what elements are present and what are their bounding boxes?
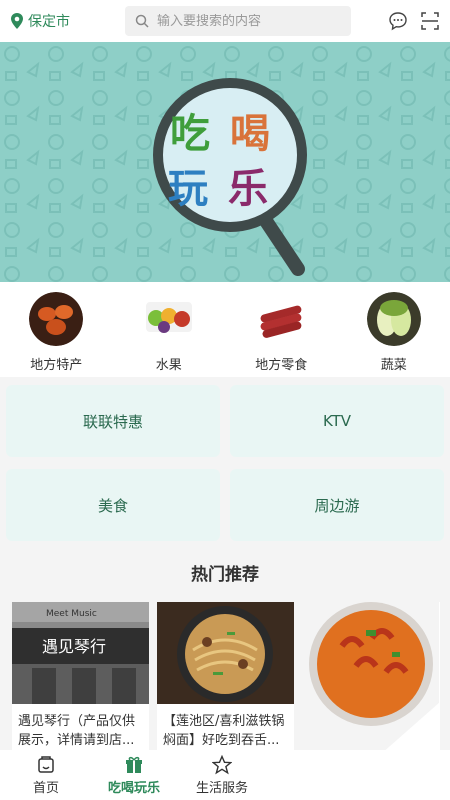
- banner-text-chi: 吃: [170, 111, 210, 157]
- banner-text-he: 喝: [230, 111, 270, 157]
- cabbage-image: [366, 292, 421, 346]
- recommend-card[interactable]: [302, 602, 440, 762]
- nav-label: 首页: [32, 780, 59, 796]
- category-label: 蔬菜: [380, 358, 407, 373]
- location-selector[interactable]: 保定市: [10, 11, 120, 31]
- tile-nearby-travel[interactable]: 周边游: [230, 469, 444, 541]
- card-title: 遇见琴行（产品仅供展示，详情请到店...: [18, 714, 136, 748]
- message-icon[interactable]: [388, 11, 408, 31]
- category-label: 地方零食: [255, 358, 308, 373]
- sausage-image: [254, 292, 309, 346]
- banner-text-wan: 玩: [168, 166, 208, 212]
- category-fruit[interactable]: 水果: [124, 292, 214, 377]
- crab-image: [29, 292, 84, 346]
- location-label: 保定市: [28, 14, 70, 30]
- tile-ktv[interactable]: KTV: [230, 385, 444, 457]
- tile-lianlian-deals[interactable]: 联联特惠: [6, 385, 220, 457]
- card-image: Meet Music 遇见琴行: [12, 602, 149, 704]
- tile-food[interactable]: 美食: [6, 469, 220, 541]
- nav-home[interactable]: 首页: [12, 755, 80, 796]
- nav-life-services[interactable]: 生活服务: [188, 754, 256, 796]
- search-bar[interactable]: [125, 6, 351, 36]
- search-icon: [135, 14, 149, 28]
- location-pin-icon: [11, 13, 23, 29]
- banner-text-le: 乐: [228, 166, 268, 212]
- scan-icon[interactable]: [420, 11, 440, 31]
- promo-banner[interactable]: 吃 喝 玩 乐: [0, 42, 450, 282]
- recommend-card[interactable]: 【莲池区/喜利滋铁锅焖面】好吃到吞舌...: [157, 602, 294, 754]
- category-label: 水果: [155, 358, 182, 373]
- feature-tiles: 联联特惠 KTV 美食 周边游: [6, 385, 444, 541]
- nav-label: 生活服务: [195, 780, 248, 796]
- section-title: 热门推荐: [191, 565, 259, 585]
- storefront-sign-en: Meet Music: [46, 609, 97, 619]
- card-image: [157, 602, 294, 704]
- card-title: 【莲池区/喜利滋铁锅焖面】好吃到吞舌...: [163, 714, 285, 748]
- top-bar: 保定市: [0, 0, 450, 42]
- storefront-sign: 遇见琴行: [42, 637, 106, 656]
- gift-icon: [126, 756, 142, 773]
- card-image: [302, 602, 439, 762]
- category-specialty[interactable]: 地方特产: [11, 292, 101, 377]
- category-label: 地方特产: [30, 358, 83, 373]
- nav-label: 吃喝玩乐: [107, 780, 160, 796]
- recommend-cards: Meet Music 遇见琴行 遇见琴行（产品仅供展示，详情请到店... 【莲池…: [12, 602, 440, 762]
- nav-eat-drink-play[interactable]: 吃喝玩乐: [100, 755, 168, 796]
- home-icon: [38, 755, 54, 773]
- recommend-card[interactable]: Meet Music 遇见琴行 遇见琴行（产品仅供展示，详情请到店...: [12, 602, 149, 754]
- category-vegetable[interactable]: 蔬菜: [349, 292, 439, 377]
- category-snack[interactable]: 地方零食: [236, 292, 326, 377]
- star-icon: [212, 754, 232, 774]
- bottom-nav: 首页 吃喝玩乐 生活服务: [0, 750, 450, 800]
- fruit-image: [141, 292, 196, 346]
- category-row: 地方特产 水果 地方零食 蔬菜: [0, 282, 450, 377]
- search-input[interactable]: [157, 13, 337, 29]
- magnifier-logo: 吃 喝 玩 乐: [153, 78, 307, 276]
